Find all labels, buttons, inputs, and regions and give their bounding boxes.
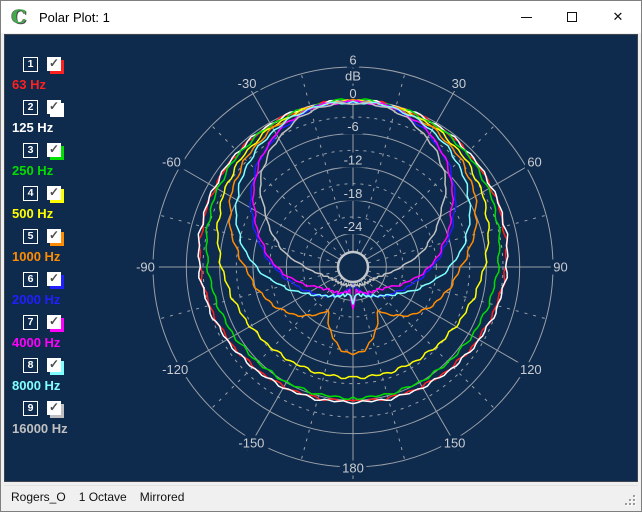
- angle-tick-label: -120: [162, 362, 188, 377]
- curve-frequency-label: 2000 Hz: [12, 292, 60, 307]
- db-tick-label: -6: [347, 119, 359, 134]
- curve-checkbox-1[interactable]: ✓: [47, 57, 61, 71]
- window-controls: ✕: [503, 1, 641, 33]
- curve-number-badge-7[interactable]: 7: [23, 315, 38, 330]
- minimize-icon: [521, 17, 532, 18]
- curve-frequency-label: 250 Hz: [12, 163, 53, 178]
- polar-center-disc: [338, 252, 368, 282]
- polar-plot-svg: 60-6-12-18-24dB-30-60-90-120-15030609012…: [5, 35, 639, 483]
- maximize-icon: [567, 12, 577, 22]
- db-axis-unit-label: dB: [345, 69, 361, 84]
- db-tick-label: -12: [344, 153, 363, 168]
- polar-plot-window: C Polar Plot: 1 ✕ 60-6-12-18-24dB-30-60-…: [0, 0, 642, 512]
- angle-tick-label: -60: [162, 155, 181, 170]
- statusbar: Rogers_O 1 Octave Mirrored: [4, 485, 638, 508]
- curve-toggle-row: 4✓: [5, 186, 95, 204]
- resize-grip[interactable]: [622, 492, 635, 505]
- titlebar[interactable]: C Polar Plot: 1 ✕: [1, 1, 641, 33]
- angle-tick-label: 120: [520, 362, 542, 377]
- curve-frequency-label: 125 Hz: [12, 120, 53, 135]
- curve-frequency-label: 8000 Hz: [12, 378, 60, 393]
- status-file-name: Rogers_O: [11, 490, 66, 504]
- curve-number-badge-5[interactable]: 5: [23, 229, 38, 244]
- db-tick-label: 0: [349, 86, 356, 101]
- curve-checkbox-7[interactable]: ✓: [47, 315, 61, 329]
- curve-toggle-row: 5✓: [5, 229, 95, 247]
- curve-toggle-row: 6✓: [5, 272, 95, 290]
- curve-toggle-row: 2✓: [5, 100, 95, 118]
- curve-toggle-row: 1✓: [5, 57, 95, 75]
- curve-frequency-label: 16000 Hz: [12, 421, 68, 436]
- curve-checkbox-4[interactable]: ✓: [47, 186, 61, 200]
- curve-toggle-row: 7✓: [5, 315, 95, 333]
- curve-frequency-label: 500 Hz: [12, 206, 53, 221]
- angle-tick-label: -90: [136, 260, 155, 275]
- angle-tick-label: 30: [452, 76, 466, 91]
- curve-legend-sidebar: 1✓63 Hz2✓125 Hz3✓250 Hz4✓500 Hz5✓1000 Hz…: [5, 35, 95, 481]
- close-button[interactable]: ✕: [595, 1, 641, 33]
- curve-number-badge-3[interactable]: 3: [23, 143, 38, 158]
- curve-frequency-label: 4000 Hz: [12, 335, 60, 350]
- angle-tick-label: 90: [553, 260, 567, 275]
- curve-number-badge-6[interactable]: 6: [23, 272, 38, 287]
- curve-number-badge-2[interactable]: 2: [23, 100, 38, 115]
- angle-tick-label: -30: [238, 76, 257, 91]
- plot-client-area: 60-6-12-18-24dB-30-60-90-120-15030609012…: [4, 34, 638, 482]
- curve-checkbox-3[interactable]: ✓: [47, 143, 61, 157]
- db-tick-label: -24: [344, 219, 363, 234]
- curve-toggle-row: 3✓: [5, 143, 95, 161]
- status-smoothing: 1 Octave: [79, 490, 127, 504]
- curve-number-badge-4[interactable]: 4: [23, 186, 38, 201]
- curve-checkbox-8[interactable]: ✓: [47, 358, 61, 372]
- curve-toggle-row: 9✓: [5, 401, 95, 419]
- curve-frequency-label: 63 Hz: [12, 77, 46, 92]
- maximize-button[interactable]: [549, 1, 595, 33]
- angle-tick-label: 60: [527, 155, 541, 170]
- app-logo-icon: C: [9, 7, 29, 27]
- angle-tick-label: 150: [444, 435, 466, 450]
- db-tick-label: -18: [344, 186, 363, 201]
- curve-toggle-row: 8✓: [5, 358, 95, 376]
- window-title: Polar Plot: 1: [39, 10, 110, 25]
- curve-number-badge-1[interactable]: 1: [23, 57, 38, 72]
- curve-checkbox-5[interactable]: ✓: [47, 229, 61, 243]
- curve-checkbox-6[interactable]: ✓: [47, 272, 61, 286]
- angle-tick-label: 180: [342, 461, 364, 476]
- curve-frequency-label: 1000 Hz: [12, 249, 60, 264]
- curve-number-badge-8[interactable]: 8: [23, 358, 38, 373]
- curve-number-badge-9[interactable]: 9: [23, 401, 38, 416]
- angle-tick-label: -150: [238, 435, 264, 450]
- curve-checkbox-2[interactable]: ✓: [47, 100, 61, 114]
- minimize-button[interactable]: [503, 1, 549, 33]
- db-tick-label: 6: [349, 53, 356, 68]
- status-mirror-mode: Mirrored: [140, 490, 185, 504]
- close-icon: ✕: [613, 9, 624, 25]
- curve-checkbox-9[interactable]: ✓: [47, 401, 61, 415]
